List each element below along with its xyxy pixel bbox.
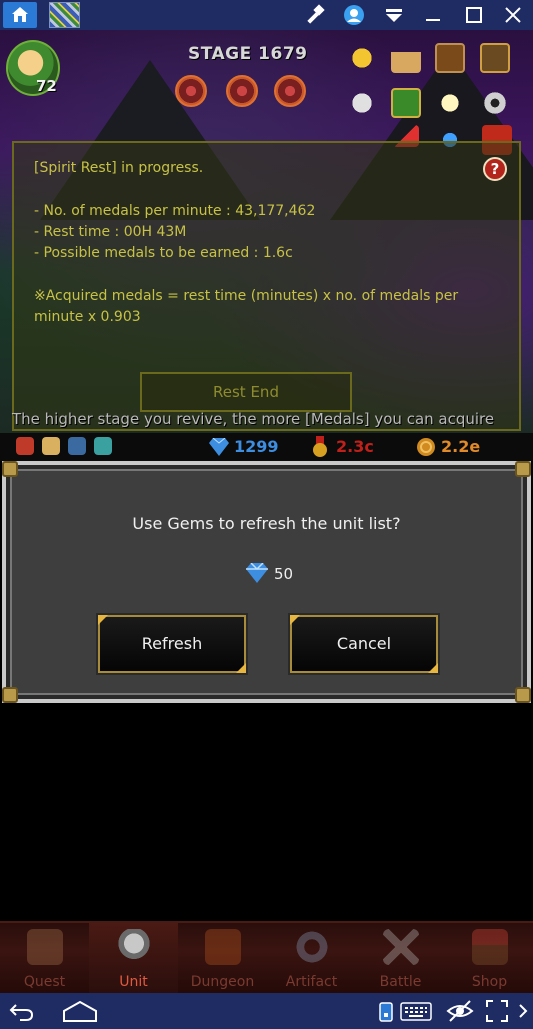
tab-label: Battle [379, 974, 422, 990]
medal-icon [313, 436, 327, 457]
keyboard-icon[interactable] [400, 999, 432, 1023]
minimize-icon[interactable] [422, 4, 444, 26]
gem-icon [209, 438, 229, 456]
tab-label: Quest [23, 974, 66, 990]
unit-portrait-icon [68, 437, 86, 455]
possible-medals: - Possible medals to be earned : 1.6c [34, 245, 293, 261]
tab-shop[interactable]: Shop [445, 923, 533, 995]
back-icon[interactable] [8, 999, 34, 1023]
dialog-corner [515, 687, 531, 703]
crossed-swords-icon [383, 929, 419, 965]
game-screen: 72 STAGE 1679 ? [Spirit Rest] in progres… [0, 30, 533, 433]
eye-icon[interactable] [446, 999, 474, 1023]
refresh-dialog: Use Gems to refresh the unit list? 50 Re… [2, 461, 531, 703]
window-titlebar [0, 0, 533, 30]
game-thumbnail-icon[interactable] [49, 2, 80, 28]
tab-battle[interactable]: Battle [356, 923, 445, 995]
gem-icon [246, 563, 268, 583]
account-icon[interactable] [343, 4, 365, 26]
formula-line-2: minute x 0.903 [34, 309, 141, 325]
cancel-button[interactable]: Cancel [288, 613, 440, 675]
trophy-icon[interactable] [347, 43, 377, 73]
tab-label: Shop [471, 974, 508, 990]
refresh-button[interactable]: Refresh [96, 613, 248, 675]
unit-portrait-icon [94, 437, 112, 455]
chat-icon[interactable] [347, 88, 377, 118]
gear-icon[interactable] [480, 88, 510, 118]
revive-hint: The higher stage you revive, the more [M… [12, 410, 495, 428]
notebook-icon[interactable] [480, 43, 510, 73]
spirit-rest-status: [Spirit Rest] in progress. [34, 160, 204, 176]
medals-per-minute: - No. of medals per minute : 43,177,462 [34, 203, 316, 219]
medal-count: 2.3c [336, 437, 374, 456]
cancel-button-label: Cancel [336, 634, 392, 653]
gem-cost-value: 50 [274, 565, 294, 583]
home-icon[interactable] [62, 999, 98, 1023]
helmet-icon [116, 929, 152, 965]
button-corner [98, 615, 108, 625]
skill-orb-icon[interactable] [274, 75, 306, 107]
scroll-icon [27, 929, 63, 965]
formula-line-1: ※Acquired medals = rest time (minutes) x… [34, 288, 459, 304]
player-level: 72 [36, 77, 57, 95]
tab-label: Artifact [285, 974, 338, 990]
tab-quest[interactable]: Quest [0, 923, 89, 995]
spirit-rest-panel: ? [Spirit Rest] in progress. - No. of me… [12, 141, 521, 431]
button-corner [428, 663, 438, 673]
close-icon[interactable] [502, 4, 524, 26]
unit-portrait-icon [16, 437, 34, 455]
resource-bar: 1299 2.3c 2.2e [0, 433, 533, 461]
angel-icon[interactable] [435, 88, 465, 118]
navigation-bar [0, 993, 533, 1029]
tab-label: Dungeon [190, 974, 255, 990]
chevron-right-icon[interactable] [516, 999, 530, 1023]
monster-icon [205, 929, 241, 965]
tab-label: Unit [119, 974, 148, 990]
ring-icon [294, 929, 330, 965]
refresh-button-label: Refresh [141, 634, 203, 653]
rest-end-button[interactable]: Rest End [140, 372, 352, 412]
button-corner [290, 615, 300, 625]
maximize-icon[interactable] [463, 4, 485, 26]
home-icon[interactable] [3, 2, 37, 28]
skill-orb-icon[interactable] [175, 75, 207, 107]
gem-count: 1299 [234, 437, 279, 456]
button-corner [236, 663, 246, 673]
phone-icon[interactable] [378, 999, 394, 1023]
rest-time: - Rest time : 00H 43M [34, 224, 187, 240]
tab-dungeon[interactable]: Dungeon [178, 923, 267, 995]
help-button[interactable]: ? [483, 157, 507, 181]
menu-down-icon[interactable] [383, 4, 405, 26]
dialog-message: Use Gems to refresh the unit list? [132, 514, 401, 533]
dialog-corner [2, 461, 18, 477]
dialog-corner [2, 687, 18, 703]
gold-coin-icon [417, 438, 435, 456]
fullscreen-icon[interactable] [485, 999, 509, 1023]
gold-count: 2.2e [441, 437, 481, 456]
hammer-icon[interactable] [304, 4, 326, 26]
shop-icon [472, 929, 508, 965]
bottom-tab-bar: Quest Unit Dungeon Artifact Battle Shop [0, 921, 533, 995]
cross-icon[interactable] [391, 88, 421, 118]
dialog-corner [515, 461, 531, 477]
skill-orb-icon[interactable] [226, 75, 258, 107]
tab-artifact[interactable]: Artifact [267, 923, 356, 995]
ranking-icon[interactable] [391, 43, 421, 73]
tab-unit[interactable]: Unit [89, 923, 178, 995]
stage-title: STAGE 1679 [188, 44, 308, 64]
quest-book-icon[interactable] [435, 43, 465, 73]
unit-portrait-icon [42, 437, 60, 455]
